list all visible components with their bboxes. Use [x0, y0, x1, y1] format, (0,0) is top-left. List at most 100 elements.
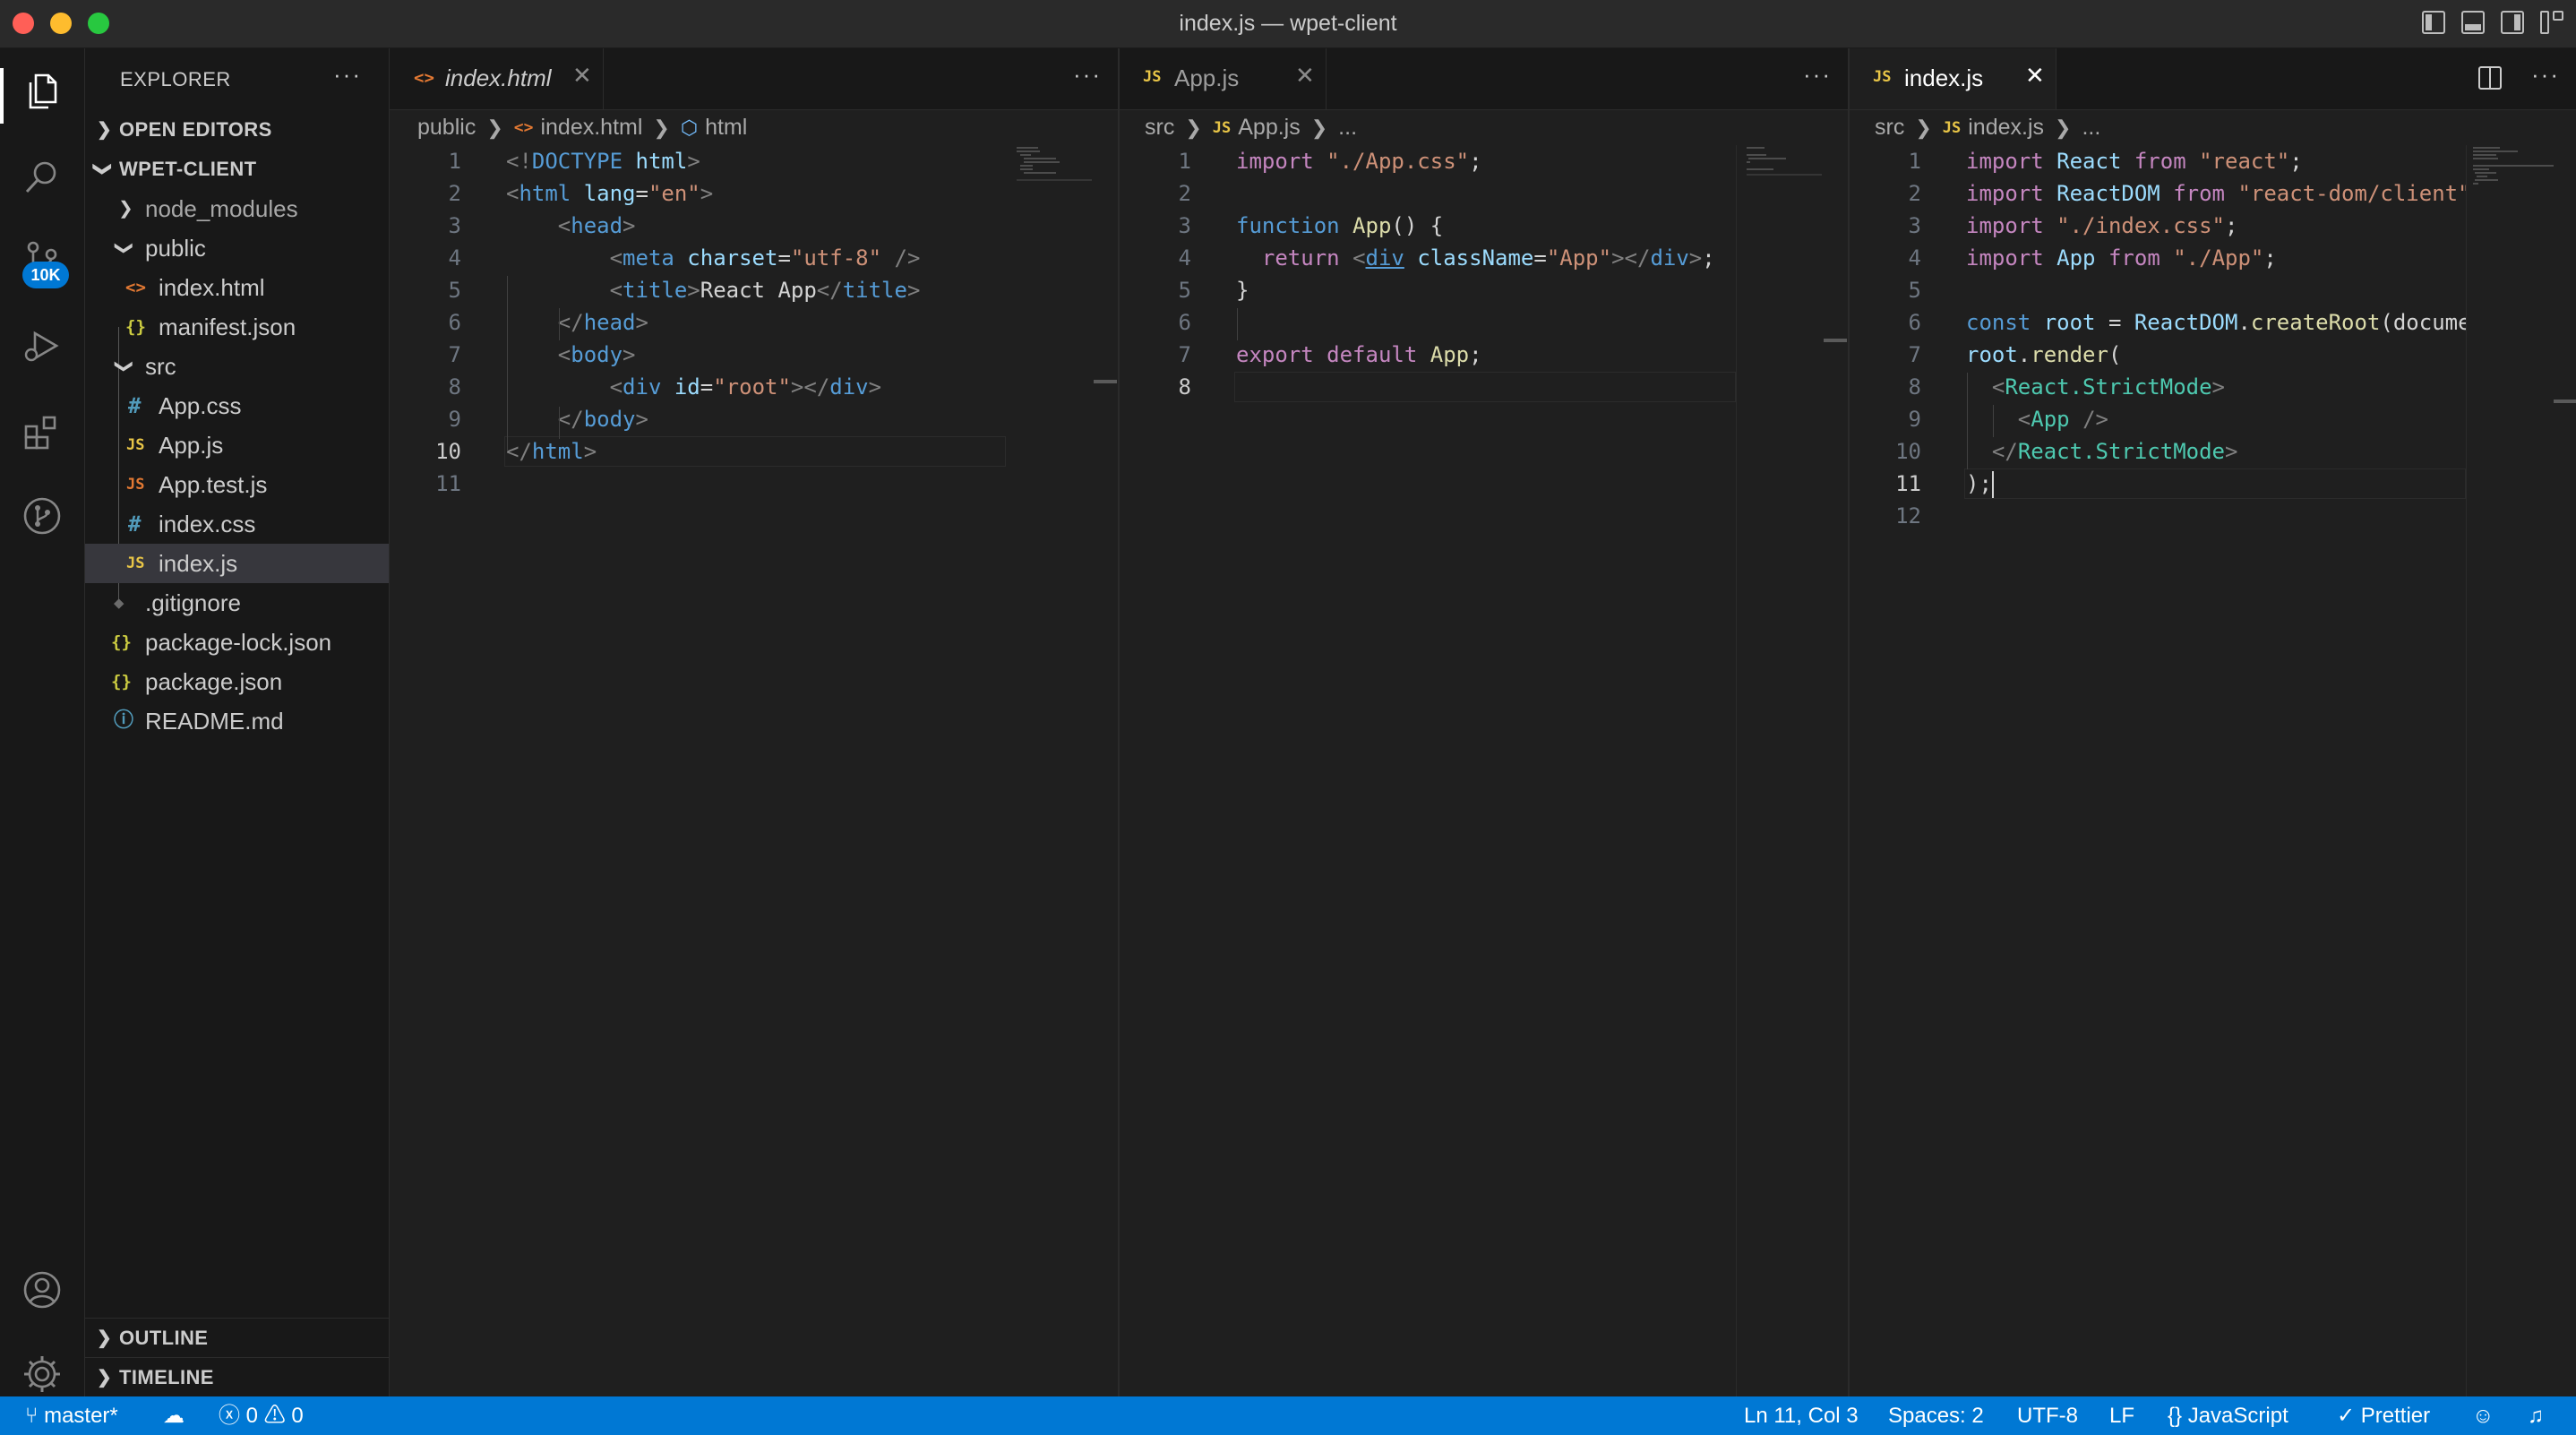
code-line[interactable]: 12 [1850, 500, 2576, 532]
code-line[interactable]: 2 [1120, 177, 1848, 210]
breadcrumb-file[interactable]: index.html [540, 115, 642, 141]
problems-status[interactable]: ⓧ 0 ⚠ 0 [219, 1396, 304, 1435]
tab-index-html[interactable]: <> index.html ✕ [390, 48, 604, 109]
code-line[interactable]: 2 <html lang="en"> [390, 177, 1118, 210]
code-line[interactable]: 10 </React.StrictMode> [1850, 435, 2576, 468]
breadcrumb-symbol[interactable]: ... [2082, 115, 2100, 141]
toggle-secondary-sidebar-icon[interactable] [2501, 11, 2524, 34]
code-text: const root = ReactDOM.createRoot(docume [1966, 310, 2466, 335]
code-line[interactable]: 2 import ReactDOM from "react-dom/client" [1850, 177, 2576, 210]
tree-file-package-json[interactable]: {} package.json [85, 662, 389, 701]
code-line[interactable]: 11); [1850, 468, 2576, 500]
code-line[interactable]: 9 <App /> [1850, 403, 2576, 435]
tree-file-app-js[interactable]: JS App.js [85, 425, 389, 465]
js-file-icon: JS [1143, 68, 1162, 86]
tree-file-gitignore[interactable]: ◆ .gitignore [85, 583, 389, 623]
code-line[interactable]: 5 <title>React App</title> [390, 274, 1118, 306]
run-and-debug-icon[interactable] [21, 324, 64, 367]
breadcrumb-folder[interactable]: src [1145, 115, 1174, 141]
toggle-primary-sidebar-icon[interactable] [2422, 11, 2445, 34]
editor-more-actions-icon[interactable]: ··· [1073, 61, 1102, 89]
branch-status[interactable]: ⑂ master* [25, 1396, 118, 1435]
tree-file-readme-md[interactable]: ⓘ README.md [85, 701, 389, 741]
timeline-section[interactable]: ❯ TIMELINE [85, 1357, 389, 1397]
tree-file-app-test-js[interactable]: JS App.test.js [85, 465, 389, 504]
open-editors-section[interactable]: ❯ OPEN EDITORS [85, 110, 389, 150]
tree-folder-node-modules[interactable]: ❯ node_modules [85, 189, 389, 228]
tree-file-package-lock-json[interactable]: {} package-lock.json [85, 623, 389, 662]
settings-gear-icon[interactable] [21, 1353, 64, 1396]
close-tab-icon[interactable]: ✕ [1295, 62, 1315, 90]
breadcrumb-file[interactable]: App.js [1238, 115, 1300, 141]
code-line[interactable]: 5} [1120, 274, 1848, 306]
code-line[interactable]: 4 <meta charset="utf-8" /> [390, 242, 1118, 274]
line-number: 3 [1178, 213, 1191, 238]
code-line[interactable]: 5 [1850, 274, 2576, 306]
tree-file-index-js[interactable]: JS index.js [85, 544, 389, 583]
code-line[interactable]: 1 import React from "react"; [1850, 145, 2576, 177]
minimap[interactable] [1747, 145, 1836, 199]
explorer-more-actions-icon[interactable]: ··· [333, 61, 362, 89]
search-icon[interactable] [21, 156, 64, 199]
code-line[interactable]: 3 function App() { [1120, 210, 1848, 242]
code-line[interactable]: 10 </html> [390, 435, 1118, 468]
outline-section[interactable]: ❯ OUTLINE [85, 1318, 389, 1358]
breadcrumb-folder[interactable]: src [1875, 115, 1904, 141]
code-line[interactable]: 7 <body> [390, 339, 1118, 371]
tree-item-label: node_modules [145, 195, 298, 222]
code-line[interactable]: 8 [1120, 371, 1848, 403]
minimap[interactable] [1017, 145, 1106, 199]
close-tab-icon[interactable]: ✕ [2025, 62, 2045, 90]
accounts-icon[interactable] [21, 1268, 64, 1311]
feedback-icon[interactable]: ☺ [2472, 1396, 2494, 1435]
tab-index-js[interactable]: JS index.js ✕ [1850, 48, 2057, 109]
tab-strip: JS index.js ✕ ··· [1850, 48, 2576, 110]
encoding-status[interactable]: UTF-8 [2017, 1396, 2078, 1435]
code-line[interactable]: 6 [1120, 306, 1848, 339]
cursor-position[interactable]: Ln 11, Col 3 [1744, 1396, 1859, 1435]
tree-folder-src[interactable]: ❯ src [85, 347, 389, 386]
code-line[interactable]: 6 </head> [390, 306, 1118, 339]
tree-file-manifest-json[interactable]: {} manifest.json [85, 307, 389, 347]
explorer-icon[interactable] [21, 70, 64, 113]
code-line[interactable]: 7 export default App; [1120, 339, 1848, 371]
code-line[interactable]: 7 root.render( [1850, 339, 2576, 371]
breadcrumb-file[interactable]: index.js [1968, 115, 2044, 141]
tree-file-index-html[interactable]: <> index.html [85, 268, 389, 307]
sync-icon[interactable]: ☁ [163, 1396, 185, 1435]
indentation-status[interactable]: Spaces: 2 [1888, 1396, 1984, 1435]
tree-file-index-css[interactable]: # index.css [85, 504, 389, 544]
prettier-status[interactable]: ✓ Prettier [2337, 1396, 2430, 1435]
breadcrumb-folder[interactable]: public [417, 115, 476, 141]
code-line[interactable]: 9 </body> [390, 403, 1118, 435]
language-status[interactable]: {} JavaScript [2168, 1396, 2288, 1435]
toggle-panel-icon[interactable] [2461, 11, 2485, 34]
code-line[interactable]: 6 const root = ReactDOM.createRoot(docume [1850, 306, 2576, 339]
minimap[interactable] [2473, 145, 2563, 199]
code-line[interactable]: 11 [390, 468, 1118, 500]
tree-folder-public[interactable]: ❯ public [85, 228, 389, 268]
line-number: 2 [1908, 181, 1921, 206]
notifications-bell-icon[interactable]: ♫ [2528, 1396, 2544, 1435]
code-line[interactable]: 1 <!DOCTYPE html> [390, 145, 1118, 177]
breadcrumb-symbol[interactable]: html [705, 115, 747, 141]
editor-more-actions-icon[interactable]: ··· [2531, 61, 2560, 89]
code-line[interactable]: 1 import "./App.css"; [1120, 145, 1848, 177]
code-line[interactable]: 4 import App from "./App"; [1850, 242, 2576, 274]
eol-status[interactable]: LF [2109, 1396, 2134, 1435]
editor-more-actions-icon[interactable]: ··· [1803, 61, 1832, 89]
git-graph-icon[interactable] [21, 494, 64, 537]
code-line[interactable]: 3 import "./index.css"; [1850, 210, 2576, 242]
customize-layout-icon[interactable] [2540, 11, 2563, 34]
project-section[interactable]: ❯ WPET-CLIENT [85, 150, 389, 189]
tab-app-js[interactable]: JS App.js ✕ [1120, 48, 1327, 109]
tree-file-app-css[interactable]: # App.css [85, 386, 389, 425]
extensions-icon[interactable] [21, 410, 64, 453]
breadcrumb-symbol[interactable]: ... [1338, 115, 1357, 141]
split-editor-icon[interactable] [2478, 66, 2502, 90]
code-line[interactable]: 8 <div id="root"></div> [390, 371, 1118, 403]
code-line[interactable]: 4 return <div className="App"></div>; [1120, 242, 1848, 274]
close-tab-icon[interactable]: ✕ [572, 62, 592, 90]
code-line[interactable]: 8 <React.StrictMode> [1850, 371, 2576, 403]
code-line[interactable]: 3 <head> [390, 210, 1118, 242]
